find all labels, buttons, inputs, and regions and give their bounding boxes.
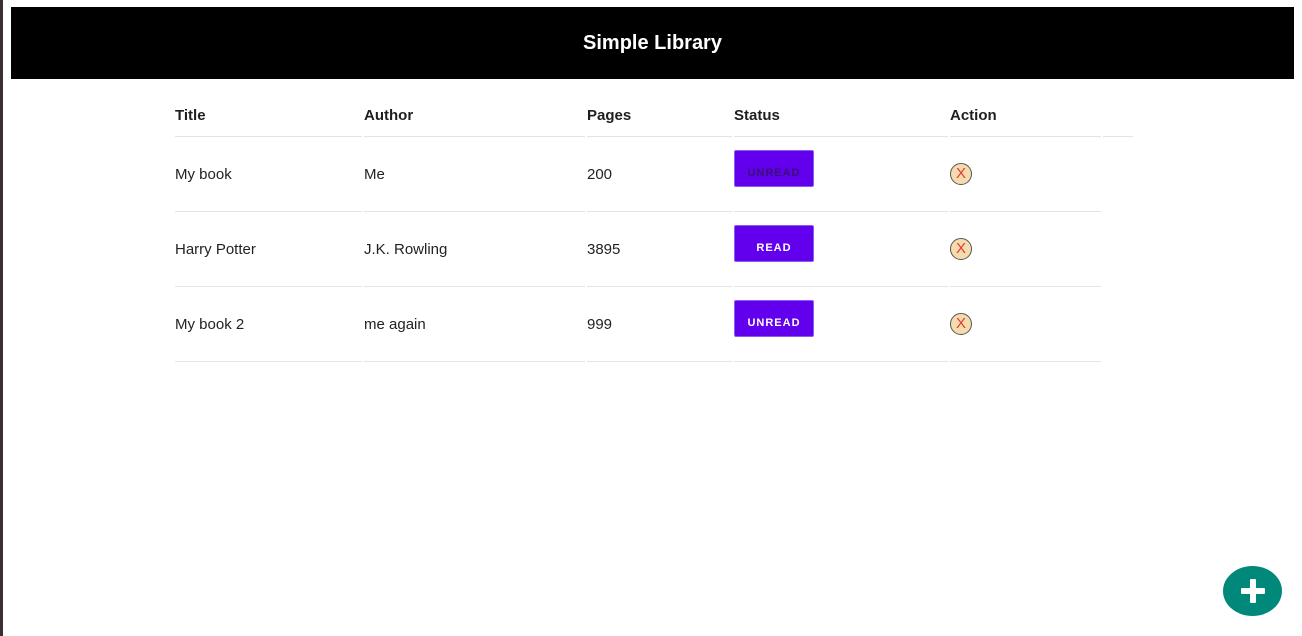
- window-left-edge: [0, 0, 3, 636]
- column-header-action: Action: [950, 95, 1101, 137]
- book-action-cell: X: [950, 137, 1101, 212]
- status-toggle-button[interactable]: READ: [734, 224, 814, 262]
- book-author-cell: Me: [364, 137, 585, 212]
- table-row: My book 2 me again 999 UNREAD X: [175, 287, 1133, 362]
- table-header-row: Title Author Pages Status Action: [175, 95, 1133, 137]
- books-table: Title Author Pages Status Action My book…: [173, 95, 1135, 362]
- delete-book-button[interactable]: X: [950, 163, 972, 185]
- delete-book-button[interactable]: X: [950, 313, 972, 335]
- table-row: Harry Potter J.K. Rowling 3895 READ X: [175, 212, 1133, 287]
- book-pages-cell: 999: [587, 287, 732, 362]
- book-title-cell: My book 2: [175, 287, 362, 362]
- table-row: My book Me 200 UNREAD X: [175, 137, 1133, 212]
- book-title-cell: Harry Potter: [175, 212, 362, 287]
- add-book-button[interactable]: [1223, 566, 1282, 616]
- book-status-cell: UNREAD: [734, 137, 948, 212]
- book-status-cell: READ: [734, 212, 948, 287]
- book-pages-cell: 200: [587, 137, 732, 212]
- page-title: Simple Library: [583, 31, 722, 54]
- column-header-status: Status: [734, 95, 948, 137]
- book-title-cell: My book: [175, 137, 362, 212]
- book-author-cell: J.K. Rowling: [364, 212, 585, 287]
- book-pages-cell: 3895: [587, 212, 732, 287]
- column-header-author: Author: [364, 95, 585, 137]
- book-action-cell: X: [950, 287, 1101, 362]
- plus-icon: [1240, 579, 1265, 603]
- column-header-title: Title: [175, 95, 362, 137]
- column-header-spacer: [1103, 95, 1133, 137]
- book-action-cell: X: [950, 212, 1101, 287]
- column-header-pages: Pages: [587, 95, 732, 137]
- app-header: Simple Library: [11, 7, 1294, 79]
- book-status-cell: UNREAD: [734, 287, 948, 362]
- book-author-cell: me again: [364, 287, 585, 362]
- status-toggle-button[interactable]: UNREAD: [734, 149, 814, 187]
- status-toggle-button[interactable]: UNREAD: [734, 299, 814, 337]
- delete-book-button[interactable]: X: [950, 238, 972, 260]
